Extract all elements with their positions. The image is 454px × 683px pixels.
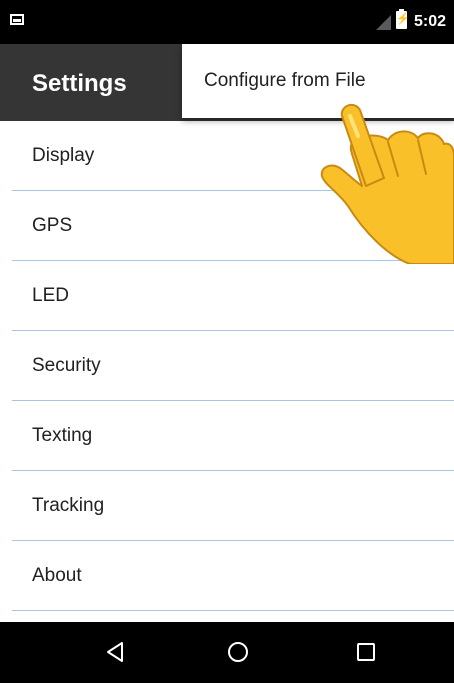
- page-title: Settings: [32, 70, 127, 97]
- signal-icon: [376, 15, 391, 30]
- settings-item-about[interactable]: About: [0, 541, 454, 611]
- status-time: 5:02: [414, 13, 447, 30]
- recents-button[interactable]: [326, 622, 406, 683]
- navigation-bar: [0, 622, 454, 683]
- recents-square-icon: [357, 643, 375, 661]
- settings-item-label: Display: [32, 145, 95, 166]
- settings-item-label: LED: [32, 285, 69, 306]
- battery-charging-icon: [396, 9, 407, 29]
- home-button[interactable]: [198, 622, 278, 683]
- back-button[interactable]: [76, 622, 156, 683]
- settings-item-label: Tracking: [32, 495, 105, 516]
- back-triangle-icon: [107, 642, 123, 662]
- settings-item-led[interactable]: LED: [0, 261, 454, 331]
- home-circle-icon: [228, 642, 248, 662]
- settings-item-tracking[interactable]: Tracking: [0, 471, 454, 541]
- settings-item-label: About: [32, 565, 82, 586]
- settings-item-label: Security: [32, 355, 101, 376]
- settings-item-label: Texting: [32, 425, 93, 446]
- settings-item-texting[interactable]: Texting: [0, 401, 454, 471]
- settings-item-label: GPS: [32, 215, 73, 236]
- pointing-hand-icon: [320, 103, 454, 264]
- settings-item-security[interactable]: Security: [0, 331, 454, 401]
- image-notification-icon: [10, 14, 24, 25]
- status-bar: 5:02: [0, 0, 454, 44]
